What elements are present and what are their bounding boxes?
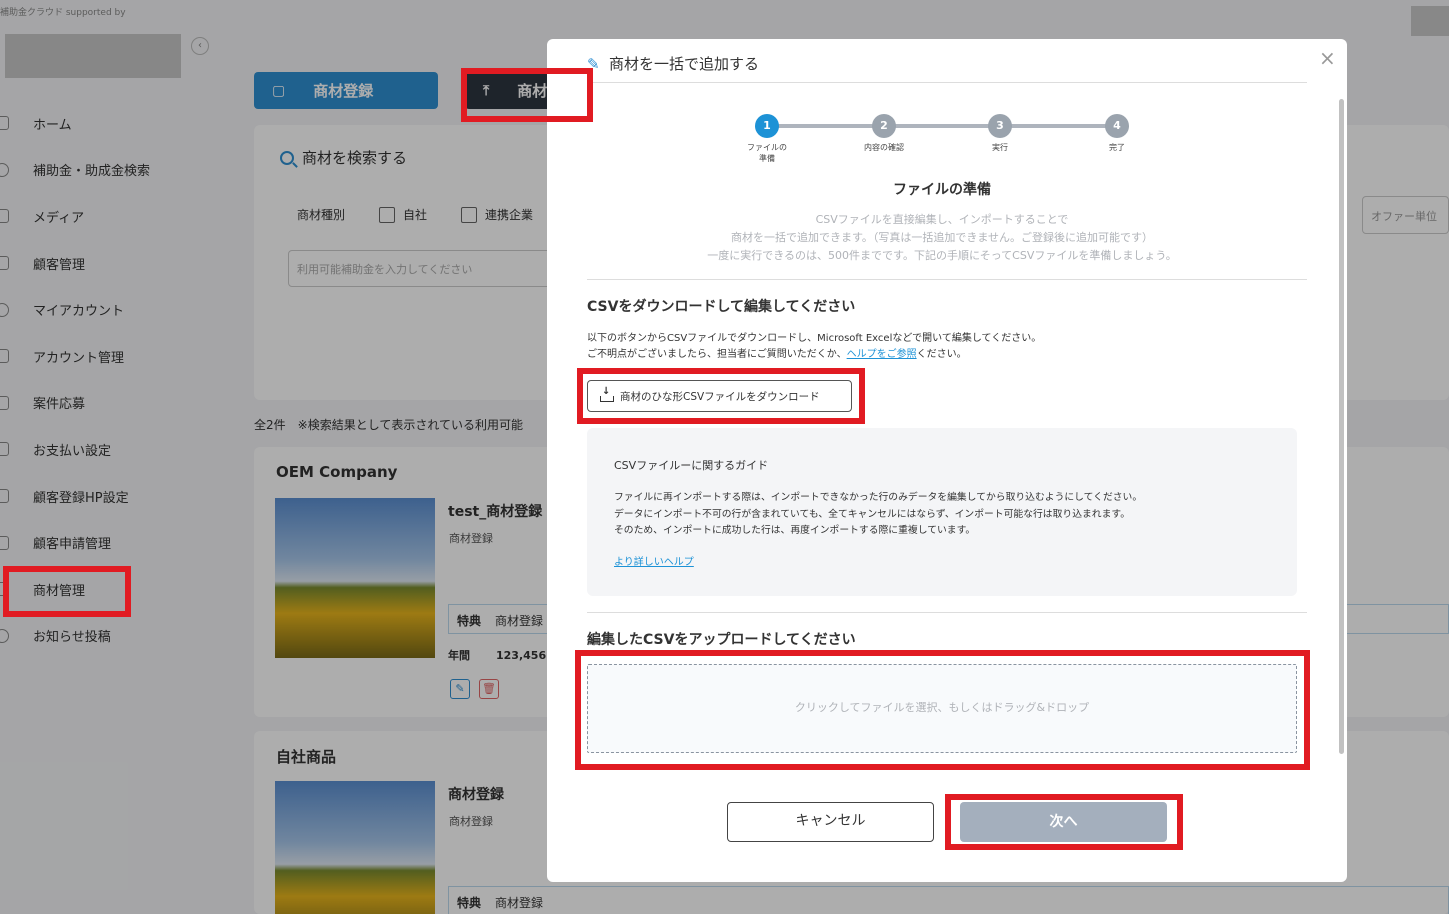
intro-text: CSVファイルを直接編集し、インポートすることで 商材を一括で追加できます。（写… <box>707 213 1177 262</box>
highlight-dropzone <box>575 650 1310 770</box>
guide-body: ファイルに再インポートする際は、インポートできなかった行のみデータを編集してから… <box>614 492 1143 536</box>
modal-scrollbar[interactable] <box>1339 99 1344 754</box>
upload-heading: 編集したCSVをアップロードしてください <box>587 632 856 648</box>
download-description: 以下のボタンからCSVファイルでダウンロードし、Microsoft Excelな… <box>587 333 1042 360</box>
highlight-bulk-add-tab <box>461 68 593 122</box>
stepper-line <box>770 124 1116 128</box>
divider <box>587 612 1307 613</box>
highlight-download-button <box>577 368 865 424</box>
step-1: 1 ファイルの準備 <box>737 114 797 164</box>
highlight-next-button <box>945 794 1183 850</box>
cancel-button[interactable]: キャンセル <box>727 802 934 842</box>
highlight-sidebar-products <box>3 566 131 617</box>
guide-title: CSVファイルーに関するガイド <box>614 459 769 472</box>
download-heading: CSVをダウンロードして編集してください <box>587 299 856 315</box>
step-2: 2 内容の確認 <box>854 114 914 153</box>
detailed-help-link[interactable]: より詳しいヘルプ <box>614 553 694 568</box>
help-link[interactable]: ヘルプをご参照 <box>847 349 917 360</box>
step-3: 3 実行 <box>970 114 1030 153</box>
csv-guide-box: CSVファイルーに関するガイド ファイルに再インポートする際は、インポートできな… <box>587 428 1297 596</box>
close-icon[interactable]: × <box>1319 48 1336 68</box>
modal-title: 商材を一括で追加する <box>609 55 760 73</box>
divider <box>587 279 1307 280</box>
section-title: ファイルの準備 <box>893 182 991 198</box>
progress-stepper: 1 ファイルの準備 2 内容の確認 3 実行 4 完了 <box>747 114 1132 174</box>
modal-header: ✎ 商材を一括で追加する <box>587 53 759 74</box>
divider <box>587 82 1307 83</box>
step-4: 4 完了 <box>1087 114 1147 153</box>
